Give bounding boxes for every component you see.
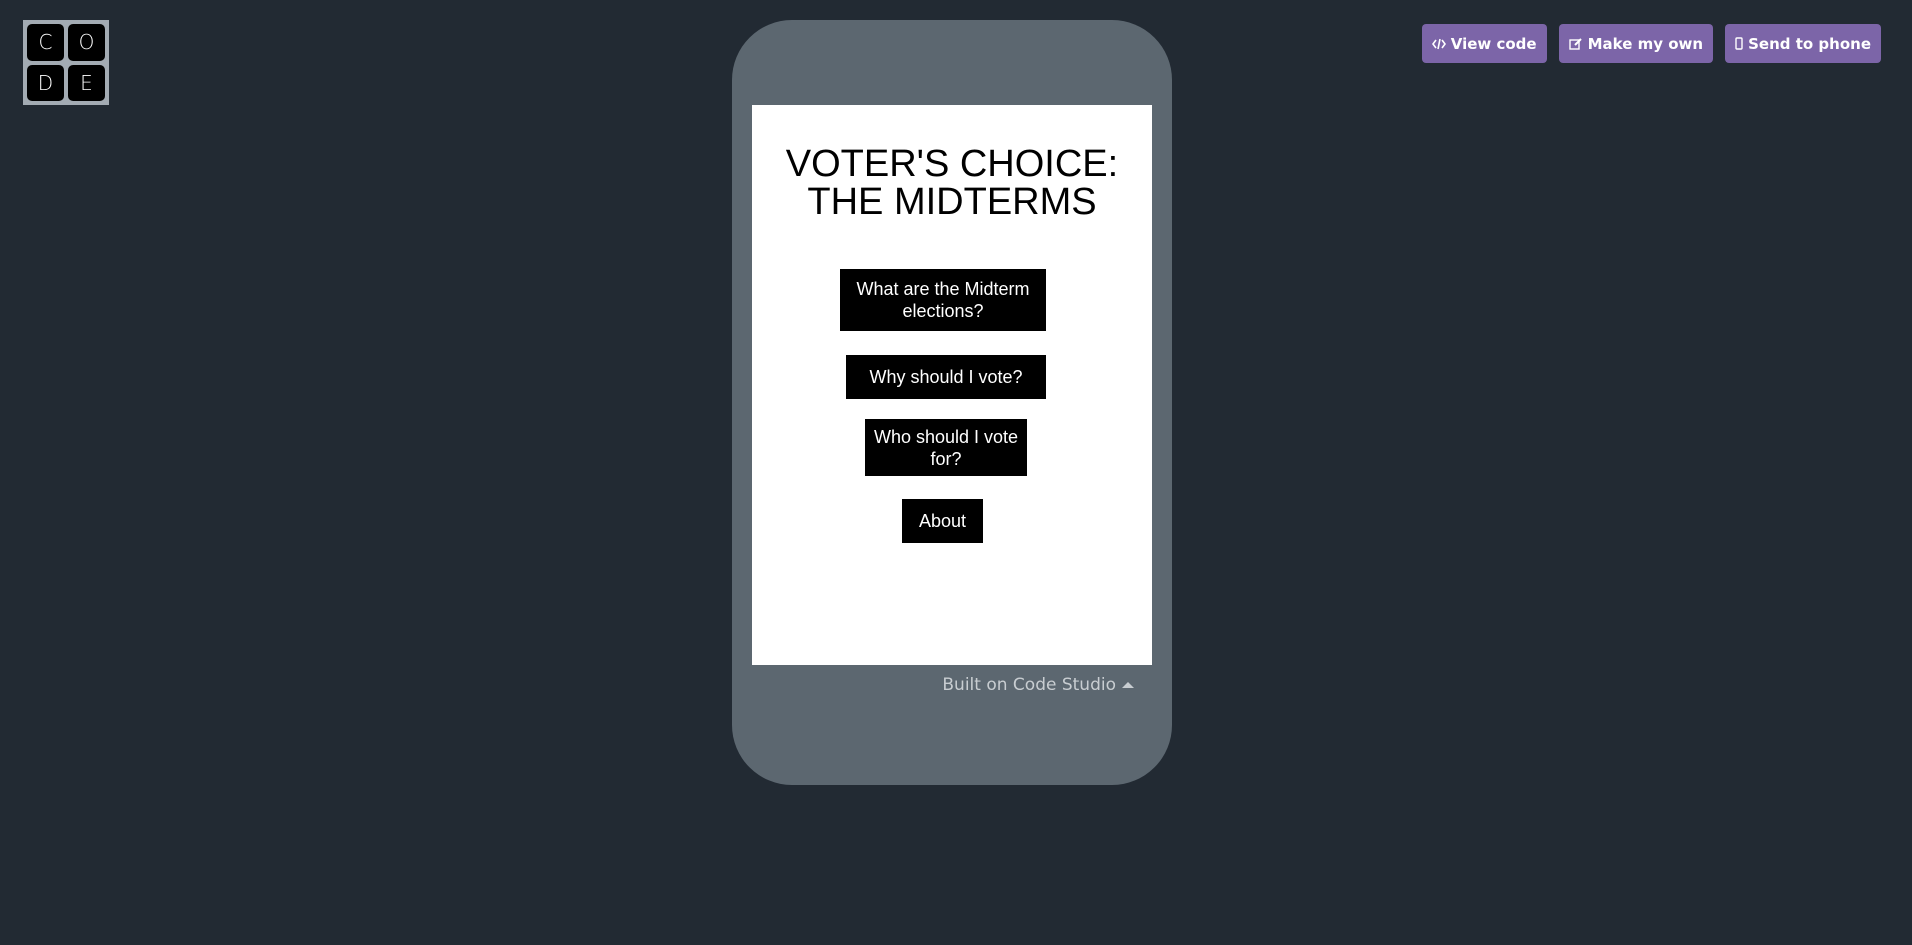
logo-letter: C (27, 24, 64, 61)
mobile-phone-icon (1735, 37, 1743, 50)
send-to-phone-button[interactable]: Send to phone (1725, 24, 1881, 63)
top-actions: View code Make my own Send to phone (1421, 24, 1881, 63)
code-icon (1431, 38, 1446, 50)
button-label-line2: for? (930, 448, 962, 469)
make-my-own-button[interactable]: Make my own (1558, 24, 1714, 63)
edit-icon (1568, 37, 1583, 50)
view-code-label: View code (1450, 34, 1537, 53)
built-on-code-studio-footer[interactable]: Built on Code Studio (752, 665, 1152, 705)
button-label-line2: elections? (902, 301, 984, 321)
phone-frame: VOTER'S CHOICE: THE MIDTERMS What are th… (732, 20, 1172, 785)
midterm-elections-button[interactable]: What are the Midterm elections? (840, 269, 1046, 331)
view-code-button[interactable]: View code (1421, 24, 1547, 63)
app-title-line1: VOTER'S CHOICE: (785, 143, 1119, 185)
button-label: Why should I vote? (869, 367, 1023, 387)
footer-label: Built on Code Studio (942, 675, 1116, 695)
app-title-line2: THE MIDTERMS (807, 181, 1097, 223)
make-my-own-label: Make my own (1587, 34, 1704, 53)
code-org-logo[interactable]: C O D E (23, 20, 109, 105)
button-label-line1: Who should I vote (873, 426, 1019, 447)
caret-up-icon (1122, 682, 1134, 688)
logo-letter: D (27, 64, 64, 101)
app-screen: VOTER'S CHOICE: THE MIDTERMS What are th… (752, 105, 1152, 665)
send-to-phone-label: Send to phone (1748, 34, 1871, 53)
button-label: About (918, 511, 967, 531)
logo-letter: E (68, 64, 105, 101)
who-to-vote-for-button[interactable]: Who should I vote for? (865, 419, 1027, 476)
page: C O D E View code Make my own Send to ph… (0, 0, 1912, 945)
app-title: VOTER'S CHOICE: THE MIDTERMS (752, 145, 1152, 221)
why-vote-button[interactable]: Why should I vote? (846, 355, 1046, 399)
about-button[interactable]: About (902, 499, 983, 543)
button-label-line1: What are the Midterm (856, 279, 1030, 299)
logo-letter: O (68, 24, 105, 61)
